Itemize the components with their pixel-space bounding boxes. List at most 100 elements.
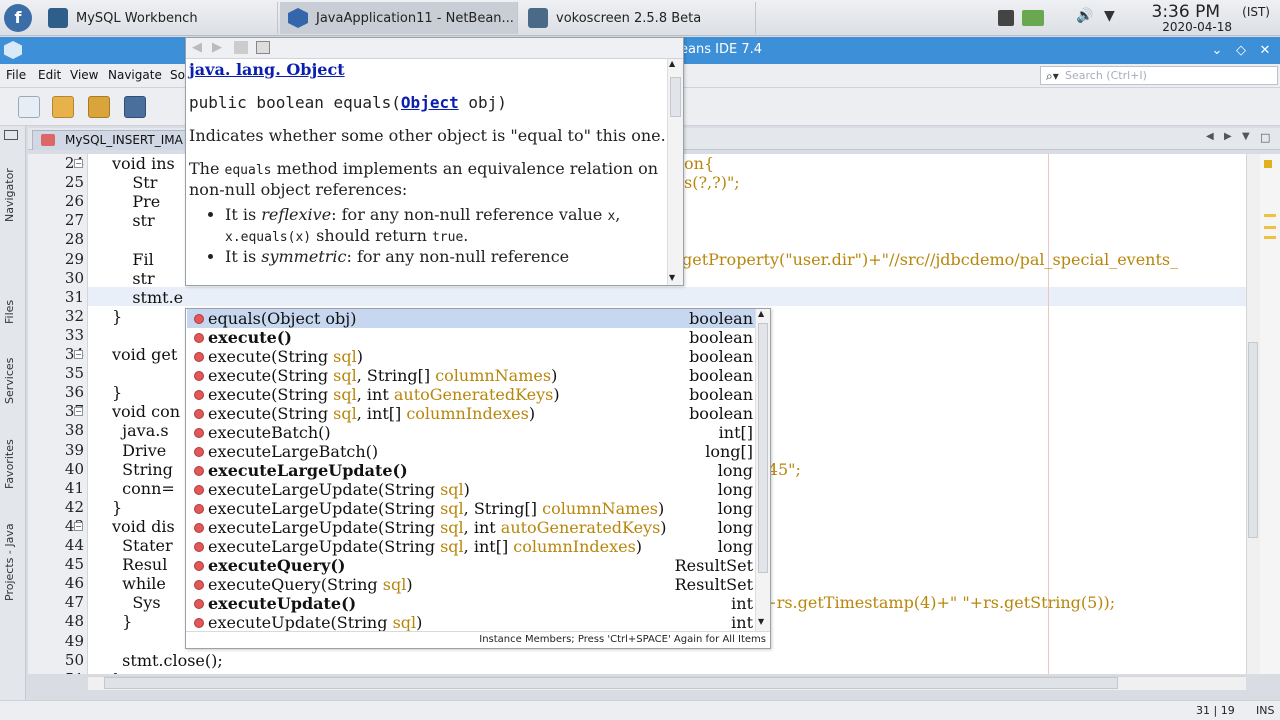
- completion-item[interactable]: executeQuery(String sql) ResultSet: [187, 575, 755, 594]
- task-vokoscreen[interactable]: vokoscreen 2.5.8 Beta: [520, 2, 756, 34]
- javadoc-paragraph: Indicates whether some other object is "…: [189, 126, 666, 145]
- warning-marker[interactable]: [1264, 214, 1276, 217]
- maximize-editor-icon[interactable]: □: [1260, 131, 1270, 144]
- open-project-icon[interactable]: [88, 96, 110, 118]
- fold-toggle-icon[interactable]: −: [74, 350, 83, 359]
- clock-time[interactable]: 3:36 PM: [1152, 2, 1221, 22]
- editor-vertical-scroll-thumb[interactable]: [1248, 342, 1258, 538]
- scroll-up-icon[interactable]: ▲: [669, 59, 675, 68]
- volume-icon[interactable]: 🔊: [1076, 8, 1093, 32]
- maximize-icon[interactable]: ◇: [1232, 42, 1250, 60]
- completion-footer: Instance Members; Press 'Ctrl+SPACE' Aga…: [186, 631, 770, 648]
- caret-position: 31 | 19: [1196, 704, 1235, 717]
- line-number: 35: [64, 364, 84, 383]
- code-line: void dis: [112, 516, 175, 536]
- scroll-down-icon[interactable]: ▼: [669, 273, 675, 282]
- line-number: 33: [64, 325, 84, 344]
- completion-scrollbar[interactable]: ▲ ▼: [755, 309, 770, 631]
- completion-item[interactable]: execute(String sql) boolean: [187, 347, 755, 366]
- javadoc-scroll-thumb[interactable]: [670, 77, 681, 117]
- warning-marker[interactable]: [1264, 226, 1276, 229]
- scroll-down-icon[interactable]: ▼: [758, 617, 764, 626]
- completion-item[interactable]: executeLargeUpdate(String sql) long: [187, 480, 755, 499]
- completion-item[interactable]: execute(String sql, int[] columnIndexes)…: [187, 404, 755, 423]
- code-line: }: [112, 612, 133, 632]
- forward-icon[interactable]: ▶: [212, 40, 222, 55]
- completion-item-type: ResultSet: [674, 556, 753, 575]
- clipboard-icon[interactable]: [998, 10, 1014, 26]
- side-tab-favorites[interactable]: Favorites: [3, 432, 23, 496]
- completion-item[interactable]: executeBatch() int[]: [187, 423, 755, 442]
- error-stripe[interactable]: [1260, 154, 1280, 674]
- completion-item[interactable]: equals(Object obj) boolean: [187, 309, 755, 328]
- menu-navigate[interactable]: Navigate: [108, 68, 162, 82]
- warning-marker[interactable]: [1264, 160, 1272, 168]
- menu-file[interactable]: File: [6, 68, 26, 82]
- new-file-icon[interactable]: [18, 96, 40, 118]
- task-mysql-workbench[interactable]: MySQL Workbench: [40, 2, 278, 34]
- menu-view[interactable]: View: [70, 68, 98, 82]
- completion-scroll-thumb[interactable]: [758, 323, 768, 573]
- code-line: }: [112, 306, 123, 326]
- completion-item[interactable]: execute(String sql, String[] columnNames…: [187, 366, 755, 385]
- code-line: java.s: [112, 421, 169, 441]
- completion-item[interactable]: executeLargeUpdate(String sql, int autoG…: [187, 518, 755, 537]
- tab-mysql-insert[interactable]: MySQL_INSERT_IMA: [32, 130, 192, 150]
- minimize-icon[interactable]: ⌄: [1208, 42, 1226, 60]
- fold-toggle-icon[interactable]: −: [74, 159, 83, 168]
- tab-scroll-right-icon[interactable]: ▶: [1224, 131, 1232, 142]
- javadoc-type-link[interactable]: Object: [401, 93, 459, 112]
- side-panel-strip: Navigator Files Services Favorites Proje…: [0, 126, 26, 700]
- method-icon: [194, 314, 204, 324]
- side-tab-projects[interactable]: Projects - Java: [3, 516, 23, 608]
- folder-icon[interactable]: [1022, 10, 1044, 26]
- side-tab-services[interactable]: Services: [3, 352, 23, 410]
- method-icon: [194, 561, 204, 571]
- warning-marker[interactable]: [1264, 236, 1276, 239]
- completion-item[interactable]: executeLargeBatch() long[]: [187, 442, 755, 461]
- fold-toggle-icon[interactable]: −: [74, 407, 83, 417]
- search-input[interactable]: ⌕▾ Search (Ctrl+I): [1040, 66, 1278, 85]
- completion-item[interactable]: executeUpdate() int: [187, 594, 755, 613]
- open-browser-icon[interactable]: [256, 41, 270, 54]
- new-project-icon[interactable]: [52, 96, 74, 118]
- menu-source[interactable]: So: [170, 68, 185, 82]
- completion-item[interactable]: executeQuery() ResultSet: [187, 556, 755, 575]
- tab-list-icon[interactable]: ▼: [1242, 131, 1250, 142]
- side-tab-navigator[interactable]: Navigator: [3, 156, 23, 234]
- completion-item-name: executeLargeUpdate(String sql, int autoG…: [208, 518, 667, 537]
- completion-item-name: execute(): [208, 328, 292, 347]
- code-line: Pre: [112, 192, 161, 212]
- completion-item[interactable]: executeLargeUpdate(String sql, int[] col…: [187, 537, 755, 556]
- source-icon[interactable]: [234, 41, 248, 54]
- code-line: str: [112, 211, 155, 231]
- completion-item[interactable]: executeLargeUpdate() long: [187, 461, 755, 480]
- start-menu-icon[interactable]: f: [4, 4, 32, 32]
- tab-scroll-left-icon[interactable]: ◀: [1206, 131, 1214, 142]
- completion-item[interactable]: executeLargeUpdate(String sql, String[] …: [187, 499, 755, 518]
- javadoc-package-link[interactable]: java. lang. Object: [189, 60, 667, 79]
- fold-toggle-icon[interactable]: −: [74, 521, 83, 531]
- editor-horizontal-scroll-thumb[interactable]: [104, 677, 1118, 689]
- save-all-icon[interactable]: [124, 96, 146, 118]
- completion-item[interactable]: execute(String sql, int autoGeneratedKey…: [187, 385, 755, 404]
- restore-window-icon[interactable]: [4, 130, 18, 140]
- scroll-up-icon[interactable]: ▲: [758, 309, 764, 318]
- code-line-tail: on{: [684, 154, 715, 173]
- javadoc-toolbar: ◀ ▶: [186, 38, 683, 59]
- line-number: 39: [64, 440, 84, 459]
- javadoc-list: It is reflexive: for any non-null refere…: [189, 205, 667, 266]
- method-icon: [194, 409, 204, 419]
- completion-item[interactable]: executeUpdate(String sql) int: [187, 613, 755, 632]
- close-icon[interactable]: ✕: [1256, 42, 1274, 60]
- javadoc-paragraph: The equals method implements an equivale…: [189, 159, 659, 199]
- javadoc-scrollbar[interactable]: ▲ ▼: [667, 59, 683, 285]
- line-number: 36: [64, 383, 84, 402]
- completion-item-name: execute(String sql, String[] columnNames…: [208, 366, 558, 385]
- network-dropdown-icon[interactable]: ▼: [1104, 8, 1115, 32]
- completion-item[interactable]: execute() boolean: [187, 328, 755, 347]
- side-tab-files[interactable]: Files: [3, 292, 23, 332]
- task-netbeans[interactable]: JavaApplication11 - NetBean...: [280, 2, 518, 34]
- menu-edit[interactable]: Edit: [38, 68, 61, 82]
- back-icon[interactable]: ◀: [192, 40, 202, 55]
